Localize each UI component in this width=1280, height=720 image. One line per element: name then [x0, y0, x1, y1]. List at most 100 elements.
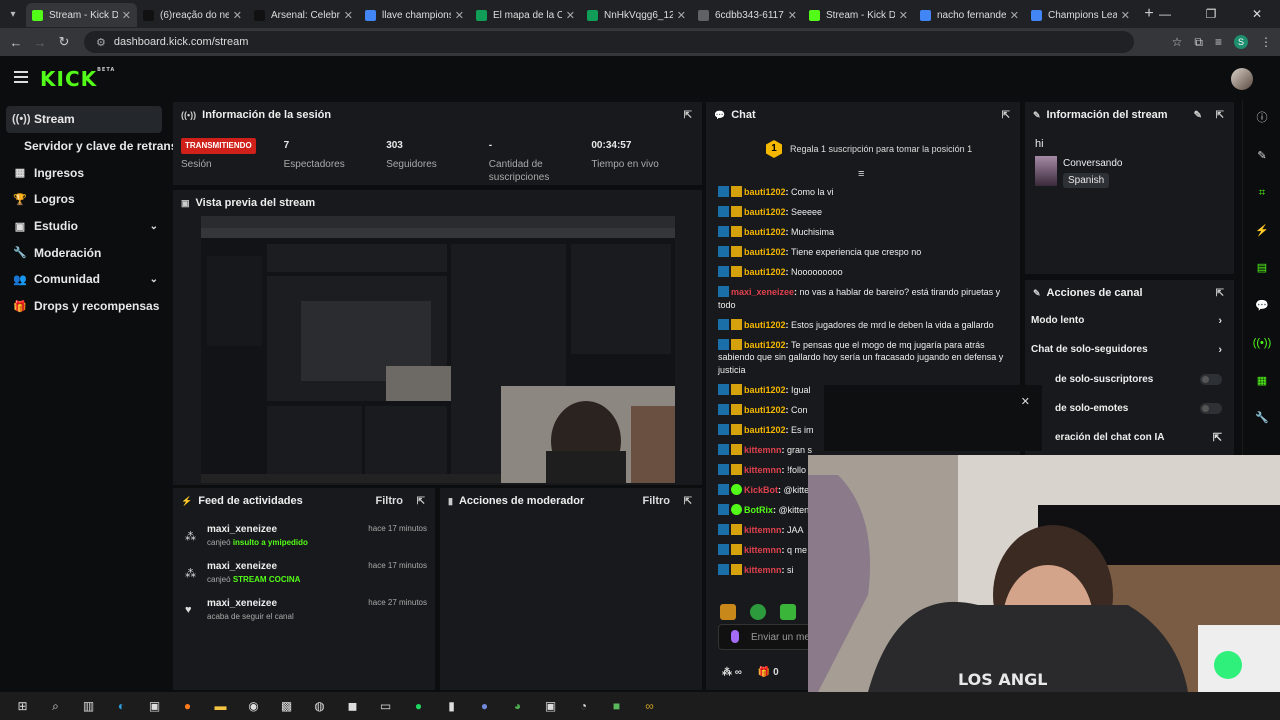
tab-search-icon[interactable]: ▾ [0, 0, 26, 28]
feed-filter-button[interactable]: Filtro [376, 495, 404, 507]
steam-icon[interactable]: ◔ [567, 699, 600, 713]
sidebar-item[interactable]: ▦ Ingresos [0, 159, 170, 186]
chat-username[interactable]: bauti1202 [744, 187, 786, 197]
gift-counter[interactable]: 🎁 0 [758, 667, 779, 678]
document-icon[interactable]: ▤ [1243, 250, 1280, 288]
chat-username[interactable]: bauti1202 [744, 320, 786, 330]
chat-username[interactable]: kittemnn [744, 525, 782, 535]
stream-preview-video[interactable] [201, 216, 675, 483]
chat-username[interactable]: kittemnn [744, 545, 782, 555]
forward-icon[interactable]: → [28, 35, 52, 50]
viewers-infinity[interactable]: ⁂ ∞ [722, 667, 742, 678]
mic-icon[interactable] [731, 630, 739, 643]
feed-user[interactable]: maxi_xeneizee [207, 561, 300, 572]
feed-user[interactable]: maxi_xeneizee [207, 524, 308, 535]
user-avatar[interactable] [1231, 68, 1253, 90]
menu-icon[interactable] [14, 71, 28, 83]
layout-icon[interactable]: ▦ [1243, 363, 1280, 401]
emote-icon[interactable] [750, 604, 766, 620]
close-tab-icon[interactable]: ✕ [344, 9, 353, 22]
profile-avatar[interactable]: S [1234, 35, 1248, 49]
popout-icon[interactable]: ⇱ [1216, 110, 1224, 121]
channel-action-row[interactable]: de solo-suscriptores [1025, 365, 1234, 394]
close-tab-icon[interactable]: ✕ [788, 9, 797, 22]
task-view-icon[interactable]: ▥ [72, 699, 105, 713]
sidebar-item[interactable]: 🎁 Drops y recompensas [0, 293, 170, 320]
chat-username[interactable]: kittemnn [744, 565, 782, 575]
minimize-icon[interactable]: — [1142, 7, 1188, 21]
chat-username[interactable]: maxi_xeneizee [731, 287, 794, 297]
site-info-icon[interactable]: ⚙ [96, 36, 106, 49]
app-icon[interactable]: ◍ [303, 699, 336, 713]
close-tab-icon[interactable]: ✕ [122, 9, 131, 22]
pencil-icon[interactable]: ✎ [1243, 138, 1280, 176]
toggle-switch[interactable] [1200, 403, 1222, 415]
obs-icon[interactable]: ◉ [237, 699, 270, 713]
reading-list-icon[interactable]: ≡ [1215, 35, 1222, 49]
emote-icon[interactable] [780, 604, 796, 620]
discord-icon[interactable]: ● [468, 699, 501, 713]
close-tab-icon[interactable]: ✕ [899, 9, 908, 22]
app-icon[interactable]: ▭ [369, 699, 402, 713]
close-tab-icon[interactable]: ✕ [233, 9, 242, 22]
sub-goal-banner[interactable]: 1 Regala 1 suscripción para tomar la posi… [766, 140, 972, 158]
kick-logo[interactable]: KICKBETA [40, 67, 115, 91]
browser-menu-icon[interactable]: ⋮ [1260, 35, 1272, 49]
sidebar-item[interactable]: 👥 Comunidad ⌄ [0, 266, 170, 293]
back-icon[interactable]: ← [4, 35, 28, 50]
channel-action-row[interactable]: Chat de solo-seguidores › [1025, 335, 1234, 364]
chrome-icon[interactable]: ◕ [501, 699, 534, 713]
browser-tab[interactable]: Arsenal: Celebrat ✕ [248, 3, 359, 27]
chat-username[interactable]: bauti1202 [744, 207, 786, 217]
close-tab-icon[interactable]: ✕ [455, 9, 464, 22]
close-tab-icon[interactable]: ✕ [1010, 9, 1019, 22]
chat-username[interactable]: bauti1202 [744, 425, 786, 435]
lightning-icon[interactable]: ⚡ [1243, 213, 1280, 251]
browser-tab[interactable]: Stream - Kick Das ✕ [803, 3, 914, 27]
browser-tab[interactable]: llave champions ✕ [359, 3, 470, 27]
browser-tab[interactable]: NnHkVqgg6_129 ✕ [581, 3, 692, 27]
browser-tab[interactable]: nacho fernandez ✕ [914, 3, 1025, 27]
pinned-toggle-icon[interactable]: ≡ [858, 168, 864, 180]
sidebar-item[interactable]: Servidor y clave de retransmisión [0, 133, 216, 160]
external-link-icon[interactable]: ⇱ [1213, 431, 1222, 444]
edit-icon[interactable]: ✎ [1194, 110, 1202, 121]
chevron-down-icon[interactable]: ⌄ [150, 274, 158, 285]
browser-tab[interactable]: El mapa de la Ch ✕ [470, 3, 581, 27]
close-window-icon[interactable]: ✕ [1234, 7, 1280, 21]
broadcast-icon[interactable]: ((•)) [1243, 325, 1280, 363]
chat-username[interactable]: bauti1202 [744, 227, 786, 237]
app-icon[interactable]: ∞ [633, 699, 666, 713]
close-icon[interactable]: ✕ [1021, 395, 1030, 408]
close-tab-icon[interactable]: ✕ [1121, 9, 1130, 22]
close-tab-icon[interactable]: ✕ [677, 9, 686, 22]
bookmark-star-icon[interactable]: ☆ [1172, 35, 1183, 49]
spotify-icon[interactable]: ● [402, 699, 435, 713]
chat-username[interactable]: bauti1202 [744, 405, 786, 415]
sidebar-item[interactable]: 🔧 Moderación [0, 239, 170, 266]
browser-tab[interactable]: (6)reação do ney ✕ [137, 3, 248, 27]
audio-icon[interactable]: ▮ [435, 699, 468, 713]
toggle-switch[interactable] [1200, 373, 1222, 385]
chevron-right-icon[interactable]: › [1218, 315, 1222, 327]
search-icon[interactable]: ⌕ [39, 699, 72, 714]
emote-icon[interactable] [720, 604, 736, 620]
popout-icon[interactable]: ⇱ [684, 110, 692, 121]
channel-action-row[interactable]: eración del chat con IA ⇱ [1025, 423, 1234, 452]
channel-action-row[interactable]: de solo-emotes [1025, 394, 1234, 423]
chat-username[interactable]: bauti1202 [744, 267, 786, 277]
game-icon[interactable]: ▩ [270, 699, 303, 713]
app-icon[interactable]: ▣ [534, 699, 567, 713]
chat-username[interactable]: bauti1202 [744, 247, 786, 257]
edge-icon[interactable]: ◐ [105, 699, 138, 713]
mod-filter-button[interactable]: Filtro [643, 495, 671, 507]
feed-user[interactable]: maxi_xeneizee [207, 598, 294, 609]
wrench-icon[interactable]: 🔧 [1243, 400, 1280, 438]
info-icon[interactable]: ⓘ [1243, 100, 1280, 138]
chat-username[interactable]: bauti1202 [744, 340, 786, 350]
sidebar-item[interactable]: ((•)) Stream [6, 106, 162, 133]
chat-username[interactable]: BotRix [744, 505, 773, 515]
minecraft-icon[interactable]: ■ [600, 699, 633, 713]
chat-username[interactable]: bauti1202 [744, 385, 786, 395]
chevron-right-icon[interactable]: › [1218, 344, 1222, 356]
